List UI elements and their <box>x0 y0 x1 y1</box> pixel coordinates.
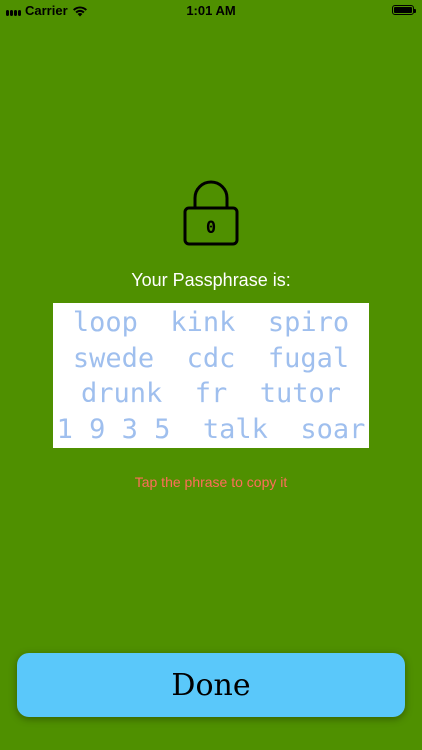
passphrase-line-4: 1 9 3 5 talk soar <box>56 413 366 445</box>
copy-hint: Tap the phrase to copy it <box>134 474 288 490</box>
lock-digit: 0 <box>206 218 216 238</box>
battery-fill <box>394 7 412 13</box>
battery-icon <box>392 5 416 15</box>
clock: 1:01 AM <box>186 3 236 18</box>
passphrase-line-3: drunk fr tutor <box>80 378 342 409</box>
done-button[interactable]: Done <box>17 653 405 717</box>
passphrase-line-2: swede cdc fugal <box>72 342 350 374</box>
status-bar: Carrier 1:01 AM <box>0 0 422 22</box>
lock-icon: 0 <box>183 178 239 248</box>
passphrase-line-1: loop kink spiro <box>72 307 350 338</box>
passphrase-box[interactable]: loop kink spiro swede cdc fugal drunk fr… <box>53 303 369 448</box>
passphrase-label: Your Passphrase is: <box>131 270 291 290</box>
